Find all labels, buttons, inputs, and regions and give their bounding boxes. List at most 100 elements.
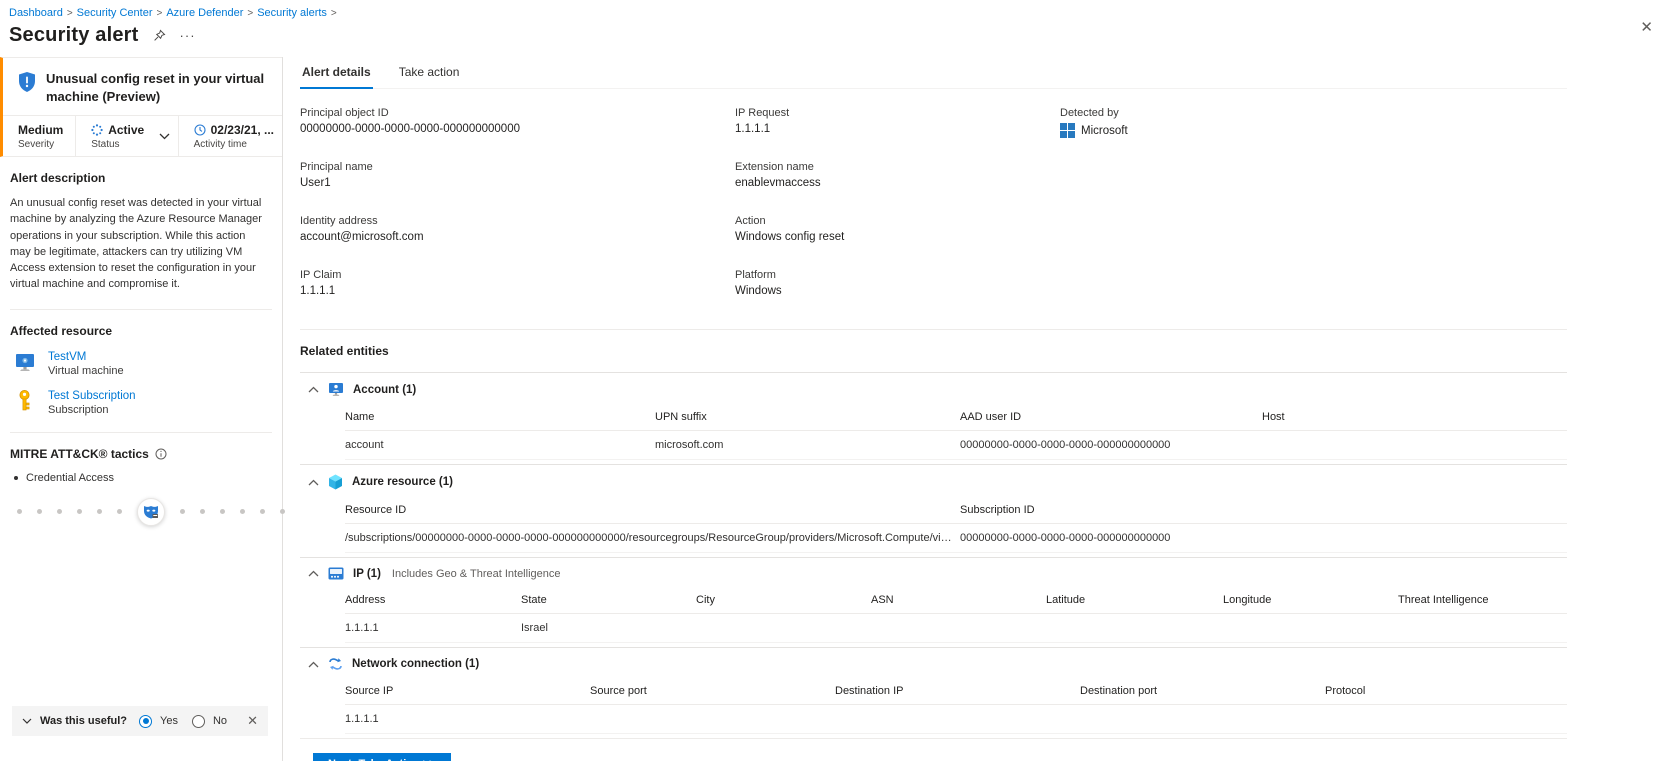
close-icon[interactable]: ✕	[1640, 18, 1653, 36]
bottom-action-bar: Next: Take Action >>	[300, 738, 1567, 761]
resource-type: Virtual machine	[48, 365, 124, 377]
virtual-machine-icon	[14, 351, 36, 373]
tab-alert-details[interactable]: Alert details	[300, 59, 373, 89]
more-options-icon[interactable]: ···	[180, 28, 196, 43]
entity-section-account: Account (1) Name UPN suffix AAD user ID …	[300, 372, 1567, 464]
breadcrumb-separator: >	[247, 8, 253, 19]
breadcrumb-separator: >	[156, 8, 162, 19]
table-row[interactable]: 1.1.1.1	[345, 705, 1567, 734]
pin-icon[interactable]	[153, 29, 166, 42]
entity-section-title: Network connection (1)	[352, 658, 479, 670]
content-area: Unusual config reset in your virtual mac…	[0, 57, 1677, 761]
feedback-question: Was this useful?	[40, 715, 127, 727]
page-title: Security alert	[9, 24, 139, 47]
chevron-down-icon[interactable]	[22, 718, 32, 724]
alert-details-panel: Alert details Take action Principal obje…	[283, 57, 1677, 761]
entity-section-ip: IP (1) Includes Geo & Threat Intelligenc…	[300, 557, 1567, 647]
activity-time-label: Activity time	[194, 139, 274, 150]
info-icon[interactable]	[155, 448, 167, 460]
table-header-row: Address State City ASN Latitude Longitud…	[345, 590, 1567, 614]
chevron-up-icon[interactable]	[308, 479, 319, 486]
activity-time-value: 02/23/21, ...	[211, 123, 274, 137]
field-principal-object-id: Principal object ID 00000000-0000-0000-0…	[300, 107, 735, 161]
alert-title: Unusual config reset in your virtual mac…	[46, 70, 268, 105]
next-take-action-button[interactable]: Next: Take Action >>	[313, 753, 451, 761]
attack-tactics-timeline	[10, 498, 266, 526]
field-principal-name: Principal name User1	[300, 161, 735, 215]
status-value: Active	[108, 123, 144, 137]
field-identity-address: Identity address account@microsoft.com	[300, 215, 735, 269]
entity-section-azure-resource: Azure resource (1) Resource ID Subscript…	[300, 464, 1567, 557]
severity-cell: Medium Severity	[3, 116, 75, 156]
breadcrumb-separator: >	[67, 8, 73, 19]
tactic-label: Credential Access	[26, 472, 114, 484]
alert-description-text: An unusual config reset was detected in …	[10, 195, 266, 293]
chevron-up-icon[interactable]	[308, 386, 319, 393]
feedback-close-icon[interactable]: ✕	[247, 713, 258, 729]
field-extension-name: Extension name enablevmaccess	[735, 161, 1060, 215]
chevron-down-icon[interactable]	[159, 133, 170, 140]
severity-label: Severity	[18, 139, 67, 150]
breadcrumb-azure-defender[interactable]: Azure Defender	[166, 7, 243, 19]
related-entities-heading: Related entities	[300, 344, 1567, 358]
feedback-yes-label: Yes	[160, 715, 178, 727]
field-ip-claim: IP Claim 1.1.1.1	[300, 269, 735, 323]
entity-section-title: Azure resource (1)	[352, 476, 453, 488]
entity-section-title: Account (1)	[353, 384, 416, 396]
credential-access-tactic-icon[interactable]	[137, 498, 165, 526]
activity-time-cell: 02/23/21, ... Activity time	[178, 116, 282, 156]
active-status-icon	[91, 124, 103, 136]
account-icon	[328, 382, 344, 397]
alert-summary-panel: Unusual config reset in your virtual mac…	[0, 57, 283, 761]
feedback-no-radio[interactable]	[192, 715, 205, 728]
tab-bar: Alert details Take action	[300, 59, 1567, 89]
tactic-item: Credential Access	[10, 472, 266, 484]
affected-resource-heading: Affected resource	[10, 324, 266, 338]
severity-value: Medium	[18, 123, 67, 137]
alert-shield-icon	[18, 72, 36, 105]
chevron-up-icon[interactable]	[308, 570, 319, 577]
breadcrumb-security-alerts[interactable]: Security alerts	[257, 7, 327, 19]
table-row[interactable]: account microsoft.com 00000000-0000-0000…	[345, 431, 1567, 460]
resource-type: Subscription	[48, 404, 136, 416]
breadcrumb: Dashboard>Security Center>Azure Defender…	[9, 7, 1661, 19]
feedback-no-label: No	[213, 715, 227, 727]
ip-icon	[328, 567, 344, 580]
table-row[interactable]: /subscriptions/00000000-0000-0000-0000-0…	[345, 524, 1567, 553]
table-header-row: Name UPN suffix AAD user ID Host	[345, 407, 1567, 431]
page-header: Dashboard>Security Center>Azure Defender…	[0, 0, 1677, 47]
entity-section-note: Includes Geo & Threat Intelligence	[392, 568, 561, 580]
affected-resource-vm[interactable]: TestVM Virtual machine	[10, 351, 266, 377]
alert-header-card: Unusual config reset in your virtual mac…	[0, 57, 282, 157]
field-ip-request: IP Request 1.1.1.1	[735, 107, 1060, 161]
resource-name-link[interactable]: Test Subscription	[48, 390, 136, 402]
entity-section-title: IP (1)	[353, 568, 381, 580]
affected-resource-subscription[interactable]: Test Subscription Subscription	[10, 390, 266, 416]
field-action: Action Windows config reset	[735, 215, 1060, 269]
table-header-row: Resource ID Subscription ID	[345, 500, 1567, 524]
clock-icon	[194, 124, 206, 136]
tab-take-action[interactable]: Take action	[397, 59, 462, 88]
network-connection-icon	[328, 657, 343, 671]
status-cell[interactable]: Active Status	[75, 116, 177, 156]
alert-status-row: Medium Severity	[3, 115, 282, 156]
key-icon	[14, 390, 36, 412]
entity-section-network-connection: Network connection (1) Source IP Source …	[300, 647, 1567, 738]
chevron-up-icon[interactable]	[308, 661, 319, 668]
field-platform: Platform Windows	[735, 269, 1060, 323]
field-detected-by: Detected by Microsoft	[1060, 107, 1567, 161]
security-alert-page: Dashboard>Security Center>Azure Defender…	[0, 0, 1677, 761]
feedback-bar: Was this useful? Yes No ✕	[12, 706, 268, 736]
feedback-yes-radio[interactable]	[139, 715, 152, 728]
status-label: Status	[91, 139, 144, 150]
alert-detail-fields: Principal object ID 00000000-0000-0000-0…	[300, 107, 1567, 323]
table-row[interactable]: 1.1.1.1 Israel	[345, 614, 1567, 643]
breadcrumb-separator: >	[331, 8, 337, 19]
mitre-tactics-heading: MITRE ATT&CK® tactics	[10, 447, 149, 461]
resource-name-link[interactable]: TestVM	[48, 351, 124, 363]
breadcrumb-security-center[interactable]: Security Center	[77, 7, 153, 19]
alert-description-heading: Alert description	[10, 171, 266, 185]
breadcrumb-dashboard[interactable]: Dashboard	[9, 7, 63, 19]
table-header-row: Source IP Source port Destination IP Des…	[345, 681, 1567, 705]
divider	[300, 329, 1567, 330]
